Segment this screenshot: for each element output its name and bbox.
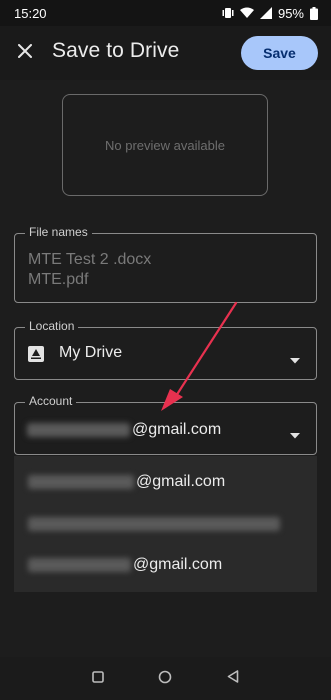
preview-box: No preview available — [62, 94, 268, 196]
chevron-down-icon — [290, 351, 300, 369]
account-select[interactable]: Account @gmail.com — [14, 394, 317, 455]
account-dropdown-menu: @gmail.com @gmail.com — [14, 456, 317, 592]
file-name-item: MTE.pdf — [28, 271, 89, 288]
close-button[interactable] — [10, 38, 40, 68]
redacted-email — [28, 475, 134, 489]
redacted-email — [27, 423, 130, 437]
signal-icon — [259, 7, 272, 19]
page-title: Save to Drive — [52, 39, 180, 62]
account-option[interactable]: @gmail.com — [28, 470, 225, 494]
status-time: 15:20 — [14, 5, 47, 21]
back-button[interactable] — [223, 669, 243, 689]
file-names-list: MTE Test 2 .docx MTE.pdf — [28, 250, 151, 290]
close-icon — [18, 43, 32, 63]
location-value: My Drive — [59, 344, 123, 361]
account-option-domain: @gmail.com — [136, 473, 226, 490]
file-names-label: File names — [25, 225, 92, 239]
file-names-field[interactable]: File names MTE Test 2 .docx MTE.pdf — [14, 225, 317, 303]
home-button[interactable] — [155, 669, 175, 689]
status-icons: 95% — [222, 6, 318, 21]
battery-icon — [310, 6, 318, 20]
preview-text: No preview available — [105, 137, 225, 153]
navigation-bar — [0, 657, 331, 700]
location-select[interactable]: Location My Drive — [14, 319, 317, 380]
app-bar: Save to Drive Save — [0, 26, 331, 80]
chevron-down-icon — [290, 426, 300, 444]
file-name-item: MTE Test 2 .docx — [28, 251, 152, 268]
status-bar: 15:20 95% — [0, 0, 331, 26]
back-icon — [227, 670, 239, 688]
save-button[interactable]: Save — [241, 36, 318, 70]
drive-icon — [27, 345, 45, 368]
redacted-email — [28, 558, 131, 572]
account-domain: @gmail.com — [132, 421, 222, 438]
home-icon — [158, 670, 172, 689]
account-option[interactable]: @gmail.com — [28, 553, 222, 577]
vibrate-icon — [222, 7, 234, 19]
battery-percent: 95% — [277, 5, 304, 21]
account-value: @gmail.com — [27, 421, 221, 439]
location-label: Location — [25, 319, 79, 333]
redacted-email — [28, 517, 280, 531]
account-option[interactable] — [28, 512, 282, 536]
account-option-domain: @gmail.com — [133, 556, 223, 573]
recents-icon — [92, 670, 104, 688]
account-label: Account — [25, 394, 77, 408]
recents-button[interactable] — [88, 669, 108, 689]
wifi-icon — [239, 7, 254, 19]
